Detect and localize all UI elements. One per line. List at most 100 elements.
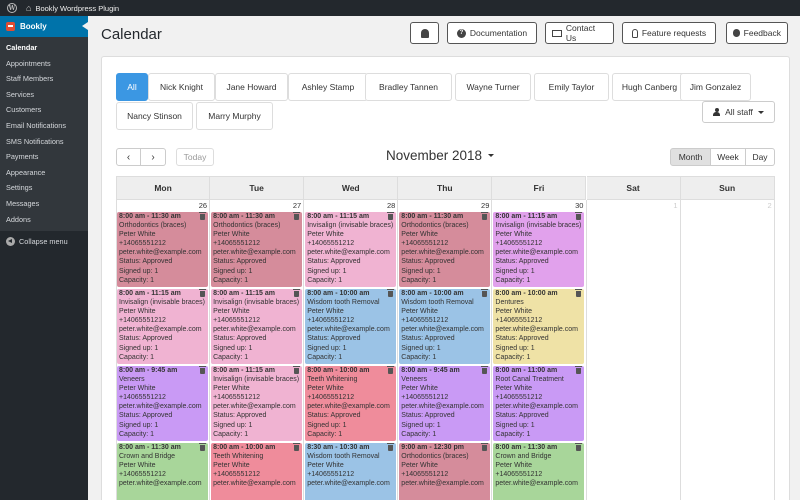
trash-icon[interactable] [575, 366, 583, 374]
sidebar-item-customers[interactable]: Customers [0, 102, 88, 118]
view-day-button[interactable]: Day [746, 148, 775, 166]
sidebar-item-payments[interactable]: Payments [0, 149, 88, 165]
day-number[interactable]: 1 [587, 201, 681, 211]
feature-requests-button[interactable]: Feature requests [622, 22, 716, 44]
next-month-button[interactable]: › [141, 148, 166, 166]
appointment-event[interactable]: 8:00 am - 10:00 am Teeth Whitening Peter W… [211, 443, 303, 500]
trash-icon[interactable] [481, 443, 489, 451]
staff-tab-bradley-tannen[interactable]: Bradley Tannen [365, 73, 452, 101]
sidebar-item-addons[interactable]: Addons [0, 212, 88, 228]
event-signed: Signed up: 1 [119, 267, 159, 275]
appointment-event[interactable]: 8:00 am - 10:00 am Dentures Peter White +14… [493, 289, 585, 364]
sidebar-item-settings[interactable]: Settings [0, 180, 88, 196]
day-number[interactable]: 29 [398, 201, 492, 211]
day-number[interactable]: 2 [681, 201, 775, 211]
trash-icon[interactable] [199, 212, 207, 220]
trash-icon[interactable] [481, 289, 489, 297]
trash-icon[interactable] [575, 212, 583, 220]
sidebar-item-appearance[interactable]: Appearance [0, 165, 88, 181]
trash-icon[interactable] [387, 289, 395, 297]
trash-icon[interactable] [387, 443, 395, 451]
event-service: Orthodontics (braces) [213, 222, 281, 230]
event-service: Crown and Bridge [495, 453, 552, 461]
appointment-event[interactable]: 8:00 am - 9:45 am Veneers Peter White +1406… [399, 366, 491, 441]
appointment-event[interactable]: 8:00 am - 11:30 am Crown and Bridge Peter … [117, 443, 209, 500]
day-number[interactable]: 27 [210, 201, 304, 211]
staff-tab-nancy-stinson[interactable]: Nancy Stinson [116, 102, 193, 130]
appointment-event[interactable]: 8:00 am - 11:15 am Invisalign (invisable … [305, 212, 397, 287]
day-number[interactable]: 30 [492, 201, 586, 211]
appointment-event[interactable]: 8:30 am - 10:30 am Wisdom tooth Removal Pe… [305, 443, 397, 500]
trash-icon[interactable] [199, 366, 207, 374]
event-name: Peter White [401, 385, 438, 393]
appointment-event[interactable]: 8:00 am - 11:15 am Invisalign (invisable … [211, 366, 303, 441]
staff-select[interactable]: All staff [702, 101, 775, 123]
contact-us-button[interactable]: Contact Us [545, 22, 614, 44]
trash-icon[interactable] [387, 212, 395, 220]
event-service: Crown and Bridge [119, 453, 176, 461]
appointment-event[interactable]: 9:00 am - 12:30 pm Orthodontics (braces) P… [399, 443, 491, 500]
sidebar-item-messages[interactable]: Messages [0, 196, 88, 212]
prev-month-button[interactable]: ‹ [116, 148, 141, 166]
trash-icon[interactable] [293, 366, 301, 374]
appointment-event[interactable]: 8:00 am - 11:30 am Orthodontics (braces) P… [211, 212, 303, 287]
sidebar-item-calendar[interactable]: Calendar [0, 40, 88, 56]
appointment-event[interactable]: 8:00 am - 10:00 am Teeth Whitening Peter W… [305, 366, 397, 441]
event-phone: +14065551212 [307, 394, 355, 402]
weekday-header: Sat [586, 176, 681, 200]
staff-tab-ashley-stamp[interactable]: Ashley Stamp [288, 73, 368, 101]
day-number[interactable]: 26 [116, 201, 210, 211]
appointment-event[interactable]: 8:00 am - 11:00 am Root Canal Treatment Pe… [493, 366, 585, 441]
trash-icon[interactable] [293, 289, 301, 297]
event-status: Status: Approved [213, 335, 267, 343]
staff-tab-jane-howard[interactable]: Jane Howard [215, 73, 288, 101]
trash-icon[interactable] [481, 366, 489, 374]
trash-icon[interactable] [293, 212, 301, 220]
appointment-event[interactable]: 8:00 am - 11:15 am Invisalign (invisable … [117, 289, 209, 364]
staff-tab-emily-taylor[interactable]: Emily Taylor [534, 73, 609, 101]
event-email: peter.white@example.com [307, 403, 390, 411]
wordpress-logo-icon[interactable]: W [0, 0, 24, 16]
event-status: Status: Approved [307, 335, 361, 343]
appointment-event[interactable]: 8:00 am - 11:30 am Orthodontics (braces) P… [117, 212, 209, 287]
collapse-menu-button[interactable]: Collapse menu [0, 231, 88, 251]
day-number[interactable]: 28 [304, 201, 398, 211]
documentation-button[interactable]: ? Documentation [447, 22, 537, 44]
staff-tab-all[interactable]: All [116, 73, 148, 101]
appointment-event[interactable]: 8:00 am - 11:15 am Invisalign (invisable … [493, 212, 585, 287]
trash-icon[interactable] [199, 289, 207, 297]
month-title[interactable]: November 2018 [386, 148, 495, 163]
sidebar-item-sms-notifications[interactable]: SMS Notifications [0, 134, 88, 150]
sidebar-item-bookly[interactable]: Bookly [0, 16, 88, 37]
event-phone: +14065551212 [213, 394, 261, 402]
trash-icon[interactable] [387, 366, 395, 374]
sidebar-item-appointments[interactable]: Appointments [0, 56, 88, 72]
trash-icon[interactable] [199, 443, 207, 451]
appointment-event[interactable]: 8:00 am - 10:00 am Wisdom tooth Removal Pe… [305, 289, 397, 364]
staff-tab-jim-gonzalez[interactable]: Jim Gonzalez [680, 73, 751, 101]
staff-tab-nick-knight[interactable]: Nick Knight [148, 73, 215, 101]
staff-tab-hugh-canberg[interactable]: Hugh Canberg [612, 73, 687, 101]
staff-tab-wayne-turner[interactable]: Wayne Turner [455, 73, 531, 101]
appointment-event[interactable]: 8:00 am - 11:30 am Crown and Bridge Peter … [493, 443, 585, 500]
today-button[interactable]: Today [176, 148, 214, 166]
feedback-button[interactable]: Feedback [726, 22, 788, 44]
appointment-event[interactable]: 8:00 am - 9:45 am Veneers Peter White +1406… [117, 366, 209, 441]
event-email: peter.white@example.com [119, 326, 202, 334]
trash-icon[interactable] [575, 443, 583, 451]
event-signed: Signed up: 1 [401, 344, 441, 352]
sidebar-item-staff-members[interactable]: Staff Members [0, 71, 88, 87]
sidebar-item-services[interactable]: Services [0, 87, 88, 103]
trash-icon[interactable] [481, 212, 489, 220]
appointment-event[interactable]: 8:00 am - 10:00 am Wisdom tooth Removal Pe… [399, 289, 491, 364]
staff-tab-marry-murphy[interactable]: Marry Murphy [196, 102, 273, 130]
trash-icon[interactable] [575, 289, 583, 297]
view-month-button[interactable]: Month [670, 148, 711, 166]
appointment-event[interactable]: 8:00 am - 11:30 am Orthodontics (braces) P… [399, 212, 491, 287]
site-link[interactable]: ⌂ Bookly Wordpress Plugin [24, 3, 119, 13]
sidebar-item-email-notifications[interactable]: Email Notifications [0, 118, 88, 134]
appointment-event[interactable]: 8:00 am - 11:15 am Invisalign (invisable … [211, 289, 303, 364]
trash-icon[interactable] [293, 443, 301, 451]
view-week-button[interactable]: Week [711, 148, 746, 166]
notifications-button[interactable] [410, 22, 439, 44]
